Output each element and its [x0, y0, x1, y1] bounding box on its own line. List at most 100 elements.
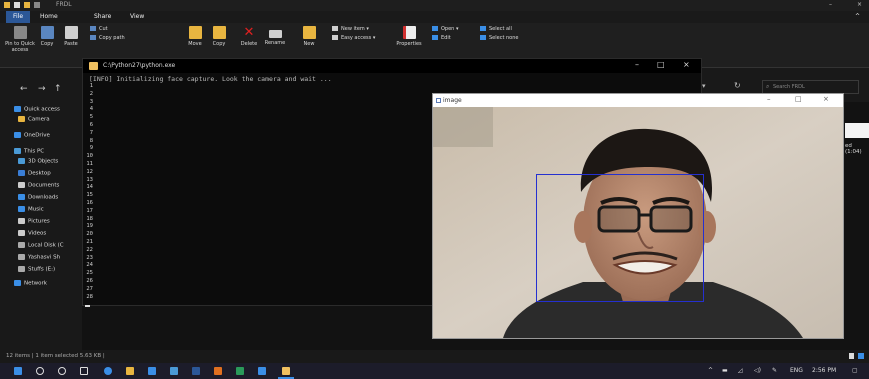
mail-icon[interactable]: [170, 367, 178, 375]
sidebar-item[interactable]: Videos: [18, 230, 46, 237]
tab-share[interactable]: Share: [94, 13, 111, 20]
image-window[interactable]: image – □ ×: [432, 93, 844, 339]
delete-button[interactable]: ✕ Delete: [238, 26, 260, 47]
sidebar-item[interactable]: Pictures: [18, 218, 50, 225]
paste-button[interactable]: Paste: [60, 26, 82, 47]
sidebar-item[interactable]: Documents: [18, 182, 59, 189]
copy-button[interactable]: Copy: [36, 26, 58, 47]
minimize-icon[interactable]: –: [767, 95, 771, 103]
tab-file[interactable]: File: [6, 11, 30, 23]
tab-view[interactable]: View: [130, 13, 144, 20]
pen-icon[interactable]: ✎: [772, 367, 777, 374]
line-number: 24: [86, 262, 93, 269]
refresh-icon[interactable]: ↻: [734, 81, 741, 90]
new-item-button[interactable]: New item ▾: [332, 26, 369, 32]
select-all-button[interactable]: Select all: [480, 26, 512, 32]
chrome-icon[interactable]: [104, 367, 112, 375]
start-icon[interactable]: [14, 367, 22, 375]
address-dropdown[interactable]: ▾ ↻: [700, 80, 760, 94]
cut-button[interactable]: Cut: [90, 26, 108, 32]
properties-button[interactable]: Properties: [394, 26, 424, 47]
new-item-icon: [332, 26, 338, 31]
vlc-icon[interactable]: [214, 367, 222, 375]
properties-icon[interactable]: [14, 2, 20, 8]
move-to-button[interactable]: Move: [184, 26, 206, 47]
word-icon[interactable]: [192, 367, 200, 375]
console-titlebar[interactable]: C:\Python27\python.exe – □ ×: [83, 59, 701, 73]
new-folder-icon: [302, 26, 316, 39]
forward-arrow-icon[interactable]: →: [38, 84, 46, 94]
copy-to-button[interactable]: Copy: [208, 26, 230, 47]
new-folder-icon[interactable]: [24, 2, 30, 8]
back-arrow-icon[interactable]: ←: [20, 84, 28, 94]
sidebar-item[interactable]: Camera: [18, 116, 50, 123]
search-icon[interactable]: [36, 367, 44, 375]
image-window-titlebar[interactable]: image – □ ×: [433, 94, 843, 107]
tab-home[interactable]: Home: [40, 13, 58, 20]
minimize-icon[interactable]: –: [635, 60, 639, 69]
copy-icon: [40, 26, 54, 39]
task-view-icon[interactable]: [80, 367, 88, 375]
line-number: 26: [86, 278, 93, 284]
maximize-icon[interactable]: □: [795, 95, 802, 103]
file-explorer-icon[interactable]: [126, 367, 134, 375]
details-view-icon[interactable]: [849, 353, 854, 359]
easy-access-button[interactable]: Easy access ▾: [332, 35, 375, 41]
minimize-icon[interactable]: –: [829, 1, 832, 8]
sidebar-item[interactable]: Network: [14, 280, 47, 287]
excel-icon[interactable]: [236, 367, 244, 375]
sidebar-item[interactable]: Downloads: [18, 194, 58, 201]
chevron-up-icon[interactable]: ^: [855, 13, 860, 20]
cortana-icon[interactable]: [58, 367, 66, 375]
navigation-pane: Quick access Camera OneDrive This PC 3D Obje…: [0, 102, 82, 350]
notifications-icon[interactable]: ▢: [852, 367, 858, 374]
clock[interactable]: 2:56 PM: [812, 367, 836, 374]
photos-icon[interactable]: [258, 367, 266, 375]
sidebar-item[interactable]: Quick access: [14, 106, 60, 113]
open-button[interactable]: Open ▾: [432, 26, 458, 32]
edit-icon: [432, 35, 438, 40]
close-icon[interactable]: ×: [683, 60, 690, 69]
chevron-up-icon[interactable]: ^: [708, 367, 713, 374]
chevron-down-icon[interactable]: ▾: [702, 82, 706, 90]
paste-label: Paste: [64, 41, 78, 47]
sidebar-item[interactable]: Desktop: [18, 170, 51, 177]
language-indicator[interactable]: ENG: [790, 367, 803, 374]
wifi-icon[interactable]: ◿: [738, 367, 743, 374]
sidebar-item[interactable]: Music: [18, 206, 44, 213]
large-icons-view-icon[interactable]: [858, 353, 864, 359]
python-icon[interactable]: [282, 367, 290, 375]
new-folder-button[interactable]: New: [298, 26, 320, 47]
customize-toolbar-icon[interactable]: [34, 2, 40, 8]
sidebar-item[interactable]: Yashasvi Sh: [18, 254, 60, 261]
close-icon[interactable]: ×: [857, 1, 862, 8]
close-icon[interactable]: ×: [823, 95, 829, 103]
sidebar-item[interactable]: Stuffs (E:): [18, 266, 55, 273]
line-number: 8: [89, 137, 93, 144]
file-thumbnail[interactable]: [845, 123, 869, 138]
volume-icon[interactable]: ◁): [754, 367, 761, 374]
store-icon[interactable]: [148, 367, 156, 375]
sidebar-item[interactable]: OneDrive: [14, 132, 50, 139]
sidebar-item[interactable]: This PC: [14, 148, 44, 155]
drive-icon: [18, 254, 25, 260]
rename-button[interactable]: Rename: [262, 26, 288, 46]
battery-icon[interactable]: ▬: [722, 367, 728, 374]
pin-quick-access-button[interactable]: Pin to Quick access: [4, 26, 36, 53]
sidebar-item-label: Pictures: [28, 218, 50, 225]
edit-button[interactable]: Edit: [432, 35, 451, 41]
paste-icon: [64, 26, 78, 39]
explorer-title: FRDL: [56, 1, 72, 8]
up-arrow-icon[interactable]: ↑: [54, 84, 62, 94]
explorer-titlebar: FRDL – ×: [0, 0, 869, 11]
image-window-title: image: [443, 97, 462, 104]
select-none-button[interactable]: Select none: [480, 35, 519, 41]
search-input[interactable]: ⌕ Search FRDL: [762, 80, 859, 94]
sidebar-item[interactable]: Local Disk (C: [18, 242, 64, 249]
status-bar: 12 items | 1 item selected 5.63 KB |: [0, 350, 869, 363]
sidebar-item[interactable]: 3D Objects: [18, 158, 58, 165]
python-icon: [89, 62, 98, 70]
maximize-icon[interactable]: □: [657, 60, 665, 69]
copy-path-button[interactable]: Copy path: [90, 35, 125, 41]
console-cursor: [85, 305, 90, 307]
